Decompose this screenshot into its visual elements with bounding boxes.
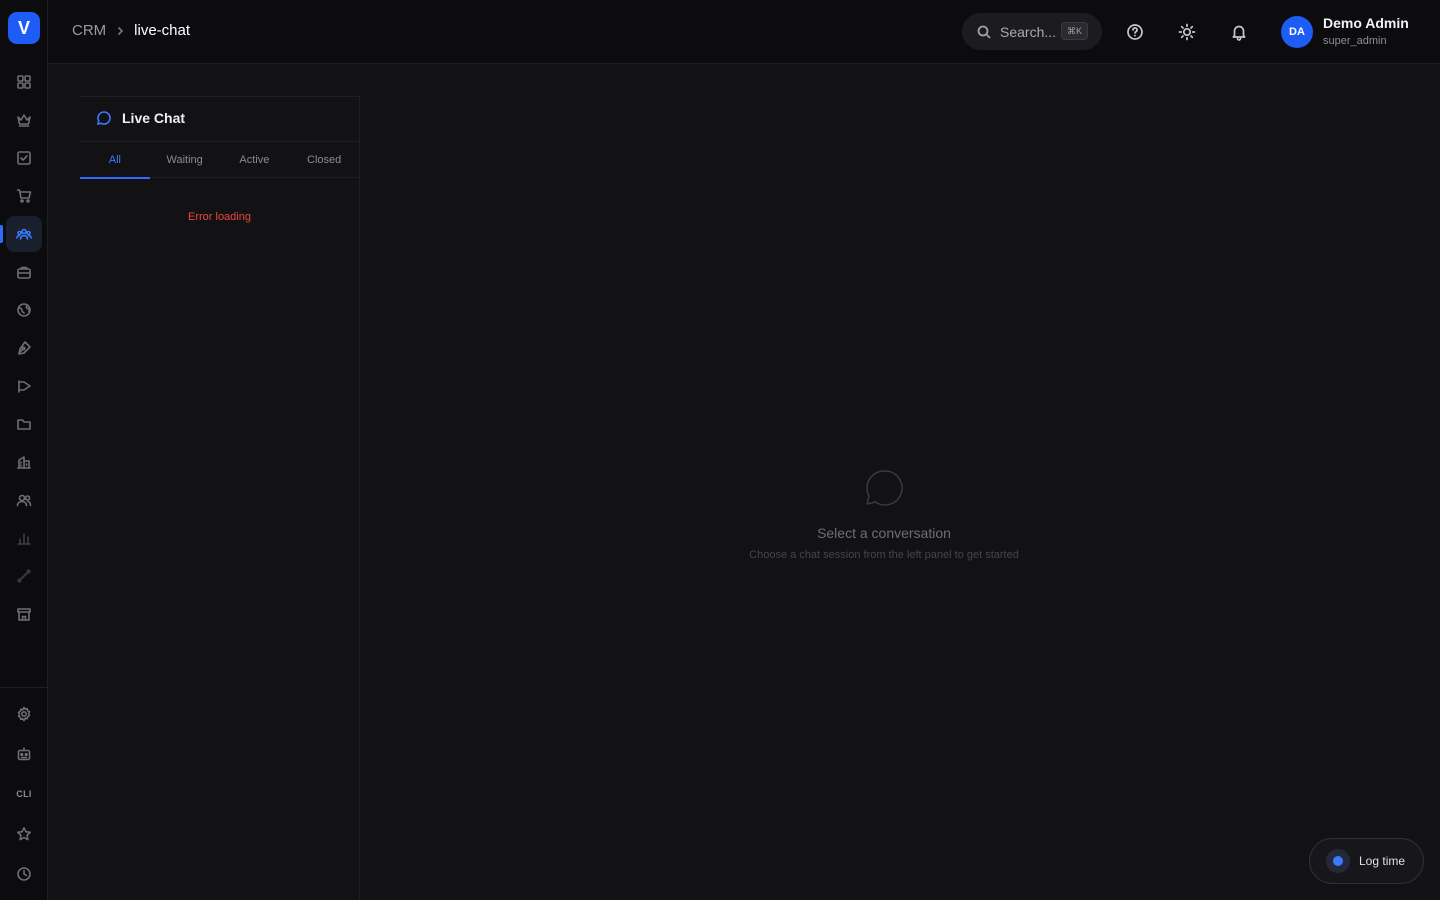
help-icon [1127, 24, 1143, 40]
tab-waiting[interactable]: Waiting [150, 142, 220, 178]
theme-toggle-button[interactable] [1175, 20, 1199, 44]
chat-bubble-icon [96, 111, 111, 126]
route-icon [17, 569, 31, 583]
robot-icon [17, 747, 31, 761]
bar-chart-icon [17, 533, 31, 545]
grid-icon [17, 75, 31, 89]
user-name[interactable]: Demo Admin [1323, 15, 1409, 31]
megaphone-icon [18, 380, 31, 393]
nav-settings[interactable] [6, 696, 42, 732]
nav-store[interactable] [6, 596, 42, 632]
user-role: super_admin [1323, 35, 1387, 47]
top-header: CRM live-chat Search... ⌘K DA Demo Admin… [48, 0, 1440, 64]
timer-icon [1326, 849, 1350, 873]
log-time-button[interactable]: Log time [1309, 838, 1424, 884]
search-shortcut: ⌘K [1060, 22, 1088, 40]
log-time-label: Log time [1359, 854, 1406, 868]
chat-list-panel: Live Chat All Waiting Active Closed Erro… [80, 96, 360, 900]
sidebar-divider [0, 687, 48, 688]
clock-icon [17, 867, 31, 881]
star-icon [17, 827, 31, 841]
conversation-empty-state: Select a conversation Choose a chat sess… [360, 64, 1440, 900]
nav-cli[interactable]: CLI [6, 776, 42, 812]
building-icon [17, 456, 31, 469]
empty-state-subtitle: Choose a chat session from the left pane… [749, 549, 1019, 561]
active-indicator [0, 225, 3, 243]
checkbox-icon [17, 151, 31, 165]
empty-state-title: Select a conversation [817, 525, 951, 541]
nav-tasks[interactable] [6, 140, 42, 176]
nav-files[interactable] [6, 406, 42, 442]
folder-icon [17, 419, 31, 430]
tab-active[interactable]: Active [220, 142, 290, 178]
chat-tabs: All Waiting Active Closed [80, 141, 359, 179]
cart-icon [16, 189, 32, 203]
settings-icon [17, 706, 31, 722]
panel-title-text: Live Chat [122, 110, 186, 126]
nav-history[interactable] [6, 856, 42, 892]
cli-label: CLI [16, 789, 32, 799]
nav-team[interactable] [6, 482, 42, 518]
nav-crown[interactable] [6, 102, 42, 138]
store-icon [17, 608, 31, 621]
tab-all[interactable]: All [80, 142, 150, 179]
team-icon [16, 494, 32, 507]
nav-crm[interactable] [6, 216, 42, 252]
crown-icon [17, 114, 31, 127]
breadcrumb: CRM live-chat [72, 22, 190, 39]
search-placeholder: Search... [1000, 23, 1057, 40]
bell-icon [1232, 25, 1246, 41]
pen-tool-icon [18, 341, 31, 355]
search-button[interactable]: Search... ⌘K [962, 13, 1102, 50]
search-icon [977, 25, 991, 39]
avatar[interactable]: DA [1281, 16, 1313, 48]
nav-marketing[interactable] [6, 368, 42, 404]
nav-dashboard[interactable] [6, 64, 42, 100]
chevron-right-icon [114, 25, 126, 37]
globe-icon [17, 303, 31, 317]
breadcrumb-current: live-chat [134, 22, 191, 39]
nav-commerce[interactable] [6, 178, 42, 214]
error-message: Error loading [188, 211, 251, 223]
briefcase-icon [17, 266, 31, 279]
sidebar: V CLI [0, 0, 48, 900]
help-button[interactable] [1123, 20, 1147, 44]
nav-routes[interactable] [6, 558, 42, 594]
users-icon [16, 228, 32, 240]
breadcrumb-root[interactable]: CRM [72, 22, 106, 39]
sun-icon [1178, 23, 1196, 41]
nav-ai[interactable] [6, 736, 42, 772]
nav-jobs[interactable] [6, 254, 42, 290]
nav-content[interactable] [6, 330, 42, 366]
nav-favorites[interactable] [6, 816, 42, 852]
app-logo[interactable]: V [8, 12, 40, 44]
notifications-button[interactable] [1227, 20, 1251, 44]
tab-closed[interactable]: Closed [289, 142, 359, 178]
chat-bubble-icon [863, 467, 905, 509]
panel-title: Live Chat [96, 110, 185, 126]
nav-analytics[interactable] [6, 520, 42, 556]
nav-web[interactable] [6, 292, 42, 328]
nav-company[interactable] [6, 444, 42, 480]
